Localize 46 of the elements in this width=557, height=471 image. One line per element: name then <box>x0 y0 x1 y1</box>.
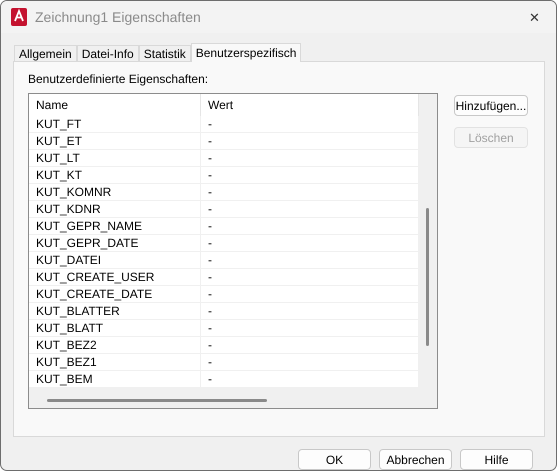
window-title: Zeichnung1 Eigenschaften <box>35 9 202 25</box>
table-cell: KUT_GEPR_NAME <box>29 218 201 234</box>
section-label: Benutzerdefinierte Eigenschaften: <box>28 72 210 86</box>
table-cell: KUT_KDNR <box>29 201 201 217</box>
table-cell: KUT_DATEI <box>29 252 201 268</box>
table-cell: - <box>201 201 419 217</box>
table-cell: - <box>201 150 419 166</box>
close-button[interactable]: ✕ <box>523 10 546 24</box>
table-cell: - <box>201 133 419 149</box>
table-cell: - <box>201 167 419 183</box>
app-logo-icon <box>11 8 27 26</box>
table-cell: - <box>201 337 419 353</box>
table-cell: - <box>201 116 419 132</box>
table-cell: KUT_LT <box>29 150 201 166</box>
table-cell: - <box>201 303 419 319</box>
table-cell: KUT_FT <box>29 116 201 132</box>
tab[interactable]: Datei-Info <box>76 45 139 61</box>
table-cell: - <box>201 184 419 200</box>
tab[interactable]: Benutzerspezifisch <box>190 43 302 62</box>
vertical-scrollbar[interactable] <box>426 208 429 346</box>
table-cell: KUT_BEZ1 <box>29 354 201 370</box>
table-cell: KUT_BEZ2 <box>29 337 201 353</box>
help-button[interactable]: Hilfe <box>460 449 533 470</box>
horizontal-scrollbar[interactable] <box>47 399 267 402</box>
table-cell: - <box>201 235 419 251</box>
table-cell: - <box>201 218 419 234</box>
table-cell: KUT_ET <box>29 133 201 149</box>
table-cell: - <box>201 354 419 370</box>
table-cell: KUT_KOMNR <box>29 184 201 200</box>
table-cell: KUT_BEM <box>29 371 201 387</box>
ok-button[interactable]: OK <box>298 449 371 470</box>
table-cell: - <box>201 320 419 336</box>
tab[interactable]: Statistik <box>138 45 191 61</box>
table-cell: KUT_CREATE_USER <box>29 269 201 285</box>
table-cell: KUT_CREATE_DATE <box>29 286 201 302</box>
tab[interactable]: Allgemein <box>14 45 77 61</box>
table-cell: KUT_GEPR_DATE <box>29 235 201 251</box>
table-cell: KUT_KT <box>29 167 201 183</box>
add-button[interactable]: Hinzufügen... <box>454 95 528 116</box>
table-cell: - <box>201 286 419 302</box>
cancel-button[interactable]: Abbrechen <box>379 449 452 470</box>
table-cell: KUT_BLATT <box>29 320 201 336</box>
table-cell: - <box>201 269 419 285</box>
table-cell: - <box>201 371 419 387</box>
table-cell: - <box>201 252 419 268</box>
table-cell: KUT_BLATTER <box>29 303 201 319</box>
